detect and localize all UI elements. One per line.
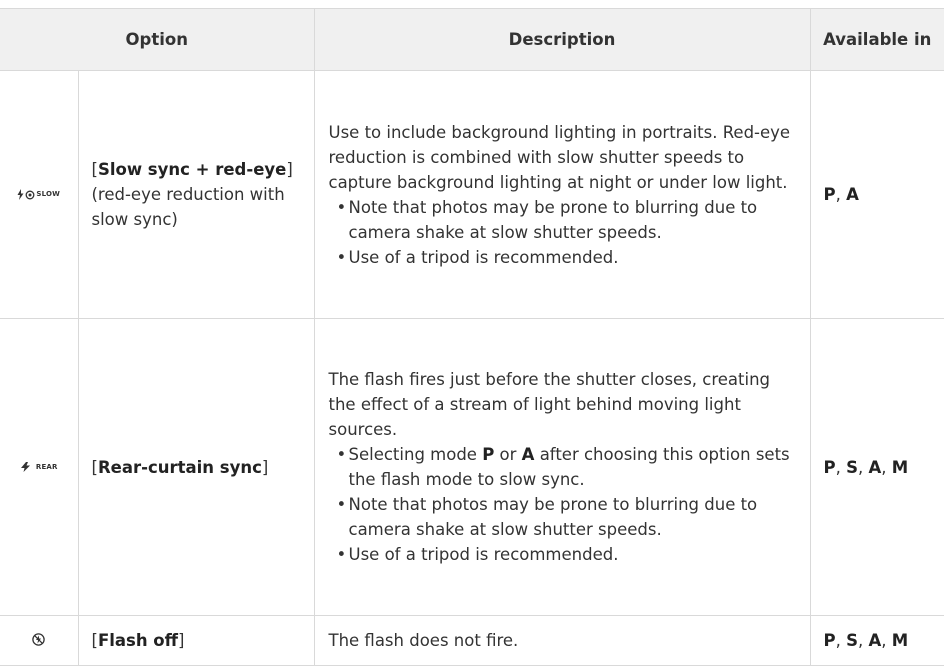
mode-letter: A (521, 445, 535, 464)
description-list: Note that photos may be prone to blurrin… (329, 195, 798, 270)
mode-letter: A (846, 185, 859, 204)
available-cell: P, S, A, M (809, 615, 944, 666)
description-cell: Use to include background lighting in po… (313, 70, 810, 319)
mode-letter: A (868, 457, 882, 477)
bullet-text: Selecting mode (348, 445, 483, 464)
list-item: Use of a tripod is recommended. (329, 245, 798, 270)
option-cell: [Slow sync + red-eye] (red-eye reduction… (77, 70, 314, 319)
available-cell: P, S, A, M (809, 318, 944, 616)
description-text: Use to include background lighting in po… (328, 122, 791, 192)
header-available-in: Available in (809, 8, 944, 71)
available-cell: P, A (809, 70, 944, 319)
mode-letter: S (846, 457, 858, 477)
mode-letter: M (891, 457, 909, 477)
bracket-close: ] (178, 631, 185, 650)
mode-letter: A (868, 631, 882, 650)
separator: , (881, 631, 892, 650)
flash-off-icon (32, 633, 45, 646)
mode-letter: S (846, 631, 858, 650)
icon-tag: SLOW (36, 190, 61, 198)
option-name: Rear-curtain sync (97, 457, 262, 477)
header-row: Option Description Available in (0, 8, 944, 71)
bracket-close: ] (286, 160, 293, 179)
flash-mode-table: Option Description Available in SLOW [Sl… (0, 8, 944, 666)
option-cell: [Rear-curtain sync] (77, 318, 314, 616)
option-name: Flash off (97, 631, 179, 650)
table-row: REAR [Rear-curtain sync] The flash fires… (0, 318, 944, 616)
description-cell: The flash fires just before the shutter … (313, 318, 810, 616)
separator: , (857, 631, 869, 650)
description-text: The flash fires just before the shutter … (328, 370, 771, 439)
option-subtitle: (red-eye reduction with slow sync) (91, 185, 285, 229)
bracket-close: ] (261, 457, 269, 477)
table-row: SLOW [Slow sync + red-eye] (red-eye redu… (0, 70, 944, 319)
flash-redeye-slow-icon: SLOW (17, 182, 60, 207)
mode-letter: M (891, 631, 909, 650)
separator: , (835, 457, 847, 477)
separator: , (835, 631, 847, 650)
icon-cell (0, 615, 78, 666)
bullet-text: or (494, 445, 522, 464)
list-item: Note that photos may be prone to blurrin… (329, 492, 798, 542)
option-name: Slow sync + red-eye (97, 160, 287, 179)
description-list: Selecting mode P or A after choosing thi… (329, 442, 798, 567)
header-description: Description (313, 8, 810, 71)
icon-cell: SLOW (0, 70, 78, 319)
mode-letter: P (823, 185, 836, 204)
separator: , (835, 185, 847, 204)
table-row: [Flash off] The flash does not fire. P, … (0, 615, 944, 666)
mode-letter: P (823, 457, 836, 477)
list-item: Selecting mode P or A after choosing thi… (329, 442, 798, 492)
icon-cell: REAR (0, 318, 78, 616)
separator: , (857, 457, 869, 477)
header-option: Option (0, 8, 314, 71)
option-cell: [Flash off] (77, 615, 314, 666)
mode-letter: P (482, 445, 495, 464)
separator: , (881, 457, 892, 477)
list-item: Note that photos may be prone to blurrin… (329, 195, 798, 245)
description-cell: The flash does not fire. (313, 615, 810, 666)
flash-rear-icon: REAR (20, 455, 58, 480)
description-text: The flash does not fire. (328, 631, 519, 650)
list-item: Use of a tripod is recommended. (329, 542, 798, 567)
mode-letter: P (823, 631, 836, 650)
icon-tag: REAR (35, 462, 58, 471)
